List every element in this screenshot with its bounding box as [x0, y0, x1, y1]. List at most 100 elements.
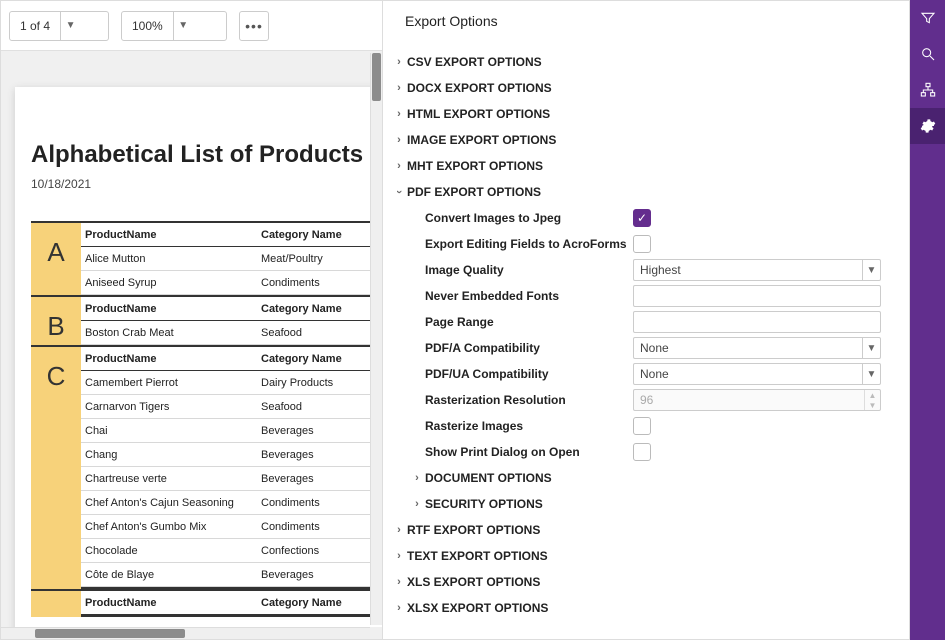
- table-row: Alice MuttonMeat/Poultry: [81, 247, 382, 271]
- checkbox-rasterize[interactable]: [633, 417, 651, 435]
- cell-product-name: Boston Crab Meat: [81, 327, 261, 339]
- rail-settings[interactable]: [910, 108, 945, 144]
- group-pdf[interactable]: ›PDF EXPORT OPTIONS: [391, 179, 899, 205]
- page-selector[interactable]: 1 of 4 ▼: [9, 11, 109, 41]
- cell-category: Seafood: [261, 327, 381, 339]
- cell-category: Condiments: [261, 277, 381, 289]
- cell-category: Beverages: [261, 449, 381, 461]
- field-label: Convert Images to Jpeg: [425, 211, 633, 225]
- export-options-panel: Export Options ›CSV EXPORT OPTIONS ›DOCX…: [383, 0, 910, 640]
- input-value: 96: [640, 393, 653, 407]
- checkbox-convert-images[interactable]: ✓: [633, 209, 651, 227]
- cell-category: Seafood: [261, 401, 381, 413]
- field-label: Show Print Dialog on Open: [425, 445, 633, 459]
- more-actions-button[interactable]: •••: [239, 11, 269, 41]
- input-raster-res[interactable]: 96 ▲▼: [633, 389, 881, 411]
- report-title: Alphabetical List of Products: [31, 141, 382, 169]
- table-row: Carnarvon TigersSeafood: [81, 395, 382, 419]
- cell-product-name: Chef Anton's Cajun Seasoning: [81, 497, 261, 509]
- table-header: ProductNameCategory Name: [81, 297, 382, 321]
- section-letter: [31, 591, 81, 617]
- group-xls[interactable]: ›XLS EXPORT OPTIONS: [391, 569, 899, 595]
- rail-search[interactable]: [910, 36, 945, 72]
- input-never-embedded[interactable]: [633, 285, 881, 307]
- table-row: ChaiBeverages: [81, 419, 382, 443]
- table-row: Aniseed SyrupCondiments: [81, 271, 382, 295]
- report-section: ProductName Category Name: [31, 589, 382, 617]
- column-header-category: Category Name: [261, 303, 381, 315]
- group-mht[interactable]: ›MHT EXPORT OPTIONS: [391, 153, 899, 179]
- chevron-right-icon: ›: [391, 524, 407, 536]
- vertical-scrollbar[interactable]: [370, 53, 382, 625]
- field-label: Export Editing Fields to AcroForms: [425, 237, 633, 251]
- table-row: Chef Anton's Gumbo MixCondiments: [81, 515, 382, 539]
- rail-tree[interactable]: [910, 72, 945, 108]
- checkbox-show-print[interactable]: [633, 443, 651, 461]
- group-label: DOCUMENT OPTIONS: [425, 471, 552, 485]
- group-document-options[interactable]: ›DOCUMENT OPTIONS: [391, 465, 899, 491]
- table-row: Côte de BlayeBeverages: [81, 563, 382, 587]
- cell-product-name: Camembert Pierrot: [81, 377, 261, 389]
- group-html[interactable]: ›HTML EXPORT OPTIONS: [391, 101, 899, 127]
- scrollbar-thumb[interactable]: [35, 629, 185, 638]
- report-page: Alphabetical List of Products 10/18/2021…: [15, 87, 382, 627]
- section-rows: ProductNameCategory Name Boston Crab Meat…: [81, 297, 382, 345]
- group-rtf[interactable]: ›RTF EXPORT OPTIONS: [391, 517, 899, 543]
- page-viewport: Alphabetical List of Products 10/18/2021…: [1, 51, 382, 627]
- chevron-down-icon: ▼: [173, 12, 193, 40]
- side-rail: [910, 0, 945, 640]
- gear-icon: [920, 118, 936, 134]
- cell-category: Beverages: [261, 569, 381, 581]
- cell-product-name: Aniseed Syrup: [81, 277, 261, 289]
- field-label: Page Range: [425, 315, 633, 329]
- group-xlsx[interactable]: ›XLSX EXPORT OPTIONS: [391, 595, 899, 621]
- field-label: Rasterize Images: [425, 419, 633, 433]
- group-image[interactable]: ›IMAGE EXPORT OPTIONS: [391, 127, 899, 153]
- select-pdfua[interactable]: None▼: [633, 363, 881, 385]
- group-security-options[interactable]: ›SECURITY OPTIONS: [391, 491, 899, 517]
- select-value: None: [640, 367, 669, 381]
- rail-filter[interactable]: [910, 0, 945, 36]
- scrollbar-thumb[interactable]: [372, 53, 381, 101]
- field-label: Rasterization Resolution: [425, 393, 633, 407]
- section-rows: ProductNameCategory NameAlice MuttonMeat…: [81, 223, 382, 295]
- chevron-right-icon: ›: [391, 134, 407, 146]
- column-header-name: ProductName: [81, 597, 261, 609]
- chevron-down-icon: ▼: [865, 400, 880, 410]
- section-letter: C: [31, 347, 81, 589]
- group-label: XLSX EXPORT OPTIONS: [407, 601, 548, 615]
- table-row: Chartreuse verteBeverages: [81, 467, 382, 491]
- zoom-selector[interactable]: 100% ▼: [121, 11, 227, 41]
- field-label: PDF/A Compatibility: [425, 341, 633, 355]
- report-section: AProductNameCategory NameAlice MuttonMea…: [31, 221, 382, 295]
- spinner-buttons[interactable]: ▲▼: [864, 390, 880, 410]
- column-header-name: ProductName: [81, 229, 261, 241]
- select-pdfa[interactable]: None▼: [633, 337, 881, 359]
- input-page-range[interactable]: [633, 311, 881, 333]
- cell-product-name: Chocolade: [81, 545, 261, 557]
- section-rows: ProductNameCategory NameCamembert Pierro…: [81, 347, 382, 589]
- row-never-embedded: Never Embedded Fonts: [391, 283, 899, 309]
- hierarchy-icon: [920, 82, 936, 98]
- report-viewer-pane: 1 of 4 ▼ 100% ▼ ••• Alphabetical List of…: [0, 0, 383, 640]
- checkbox-export-editing[interactable]: [633, 235, 651, 253]
- panel-title: Export Options: [383, 1, 909, 49]
- group-label: HTML EXPORT OPTIONS: [407, 107, 550, 121]
- select-image-quality[interactable]: Highest▼: [633, 259, 881, 281]
- group-docx[interactable]: ›DOCX EXPORT OPTIONS: [391, 75, 899, 101]
- filter-icon: [920, 10, 936, 26]
- row-image-quality: Image Quality Highest▼: [391, 257, 899, 283]
- horizontal-scrollbar[interactable]: [1, 627, 370, 639]
- report-section: CProductNameCategory NameCamembert Pierr…: [31, 345, 382, 589]
- cell-product-name: Côte de Blaye: [81, 569, 261, 581]
- viewer-toolbar: 1 of 4 ▼ 100% ▼ •••: [1, 1, 382, 51]
- field-label: Never Embedded Fonts: [425, 289, 633, 303]
- chevron-up-icon: ▲: [865, 390, 880, 400]
- chevron-right-icon: ›: [409, 498, 425, 510]
- chevron-right-icon: ›: [391, 108, 407, 120]
- cell-category: Confections: [261, 545, 381, 557]
- chevron-right-icon: ›: [391, 160, 407, 172]
- group-text[interactable]: ›TEXT EXPORT OPTIONS: [391, 543, 899, 569]
- select-value: Highest: [640, 263, 681, 277]
- group-csv[interactable]: ›CSV EXPORT OPTIONS: [391, 49, 899, 75]
